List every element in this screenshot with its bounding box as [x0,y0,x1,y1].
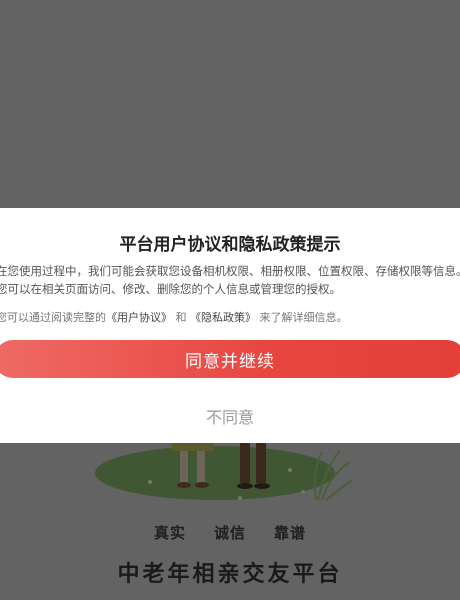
policy-note: 您可以通过阅读完整的《用户协议》 和 《隐私政策》 来了解详细信息。 [0,309,460,327]
permission-text: 在您使用过程中，我们可能会获取您设备相机权限、相册权限、位置权限、存储权限等信息… [0,264,460,278]
tagline-item: 靠谱 [274,524,307,542]
privacy-dialog: 平台用户协议和隐私政策提示 在您使用过程中，我们可能会获取您设备相机权限、相册权… [0,208,460,443]
privacy-policy-link[interactable]: 《隐私政策》 [190,311,256,324]
note-and: 和 [175,311,187,324]
disagree-button[interactable]: 不同意 [0,402,460,430]
tagline-item: 真实 [153,524,186,542]
platform-title: 中老年相亲交友平台 [117,562,343,587]
tagline: 真实 诚信 靠谱 [0,522,460,543]
note-suffix: 来了解详细信息。 [259,311,348,324]
note-prefix: 您可以通过阅读完整的 [0,311,106,324]
dialog-title: 平台用户协议和隐私政策提示 [119,235,341,255]
manage-text: 您可以在相关页面访问、修改、删除您的个人信息或管理您的授权。 [0,282,341,296]
agree-button[interactable]: 同意并继续 [0,340,460,378]
tagline-item: 诚信 [213,524,246,542]
dialog-body: 在您使用过程中，我们可能会获取您设备相机权限、相册权限、位置权限、存储权限等信息… [0,262,460,327]
user-agreement-link[interactable]: 《用户协议》 [106,311,172,324]
